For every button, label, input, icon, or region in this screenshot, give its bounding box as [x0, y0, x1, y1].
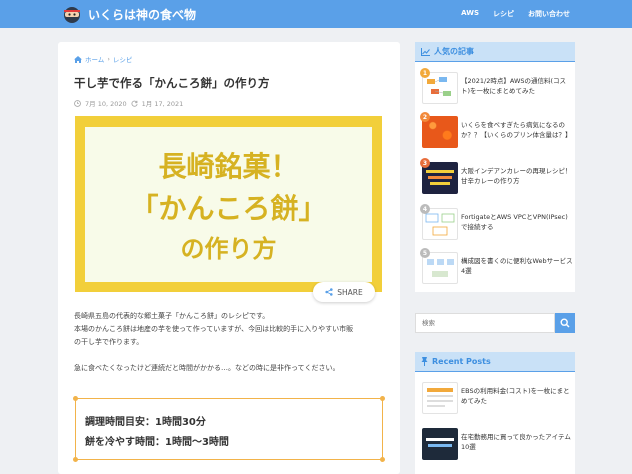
- ninja-logo-icon[interactable]: [62, 4, 82, 24]
- page-title: 干し芋で作る「かんころ餅」の作り方: [74, 76, 270, 90]
- recent-item[interactable]: 在宅勤務用に買って良かったアイテム10選: [415, 424, 575, 464]
- home-icon: [74, 55, 82, 63]
- body-paragraph-1: 長崎県五島の代表的な郷土菓子「かんころ餅」のレシピです。: [74, 312, 270, 320]
- popular-item-title[interactable]: いくらを食べすぎたら病気になるのか？？【いくらのプリン体含量は？】: [461, 120, 573, 140]
- published-date: 7月 10, 2020: [85, 100, 127, 108]
- popular-item-title[interactable]: 大阪インデアンカレーの再現レシピ！甘辛カレーの作り方: [461, 166, 573, 186]
- post-dates: 7月 10, 2020 1月 17, 2021: [74, 98, 183, 108]
- cooking-time-box: 調理時間目安：1時間30分 餅を冷やす時間：1時間〜3時間: [73, 396, 385, 462]
- popular-item[interactable]: 2 いくらを食べすぎたら病気になるのか？？【いくらのプリン体含量は？】: [415, 112, 575, 152]
- popular-item[interactable]: 3 大阪インデアンカレーの再現レシピ！甘辛カレーの作り方: [415, 158, 575, 198]
- pin-icon: [421, 357, 428, 366]
- popular-item-title[interactable]: 構成図を書くのに便利なWebサービス4選: [461, 256, 573, 276]
- recent-widget: Recent Posts EBSの利用料金(コスト)を一枚にまとめてみた 在宅勤…: [415, 352, 575, 474]
- popular-widget-header: 人気の記事: [415, 42, 575, 62]
- popular-item-title[interactable]: FortigateとAWS VPCとVPN(IPsec)で接続する: [461, 212, 573, 232]
- recent-item-title[interactable]: 在宅勤務用に買って良かったアイテム10選: [461, 432, 573, 452]
- popular-widget: 人気の記事 1 【2021/2時点】AWSの通信料(コスト)を一枚にまとめてみた…: [415, 42, 575, 292]
- corner-dot: [380, 457, 385, 462]
- cooking-time: 調理時間目安：1時間30分: [85, 417, 206, 428]
- search-form: [415, 313, 575, 333]
- eyecatch-line-3: の作り方: [180, 235, 277, 263]
- nav-item-aws[interactable]: AWS: [461, 9, 479, 19]
- breadcrumb-home[interactable]: ホーム: [85, 54, 104, 64]
- rank-badge: 1: [420, 68, 430, 78]
- clock-icon: [74, 99, 81, 107]
- recent-item-title[interactable]: EBSの利用料金(コスト)を一枚にまとめてみた: [461, 386, 573, 406]
- corner-dot: [73, 457, 78, 462]
- body-paragraph-2: 本場のかんころ餅は地産の芋を使って作っていますが、今回は比較的手に入りやすい市販: [74, 325, 354, 333]
- eyecatch-line-1: 長崎銘菓！: [158, 150, 299, 183]
- body-paragraph-3: の干し芋で作ります。: [74, 338, 144, 346]
- site-title[interactable]: いくらは神の食べ物: [88, 6, 196, 23]
- share-button[interactable]: SHARE: [313, 282, 375, 302]
- article-card: ホーム › レシピ 干し芋で作る「かんころ餅」の作り方 7月 10, 2020 …: [58, 42, 400, 474]
- corner-dot: [380, 396, 385, 401]
- popular-item[interactable]: 4 FortigateとAWS VPCとVPN(IPsec)で接続する: [415, 204, 575, 244]
- search-input[interactable]: [415, 313, 555, 333]
- corner-dot: [73, 396, 78, 401]
- popular-widget-title: 人気の記事: [434, 47, 474, 56]
- popular-item-title[interactable]: 【2021/2時点】AWSの通信料(コスト)を一枚にまとめてみた: [461, 76, 573, 96]
- thumbnail-image: [422, 428, 458, 460]
- rank-badge: 4: [420, 204, 430, 214]
- update-icon: [131, 100, 138, 107]
- rank-badge: 2: [420, 112, 430, 122]
- share-label: SHARE: [337, 287, 363, 297]
- eyecatch-image: 長崎銘菓！ 「かんころ餅」 の作り方: [75, 116, 382, 292]
- share-icon: [325, 288, 333, 296]
- body-paragraph-4: 急に食べたくなったけど連続だと時間がかかる…。などの時に是非作ってください。: [74, 364, 340, 372]
- chart-icon: [421, 47, 430, 56]
- breadcrumb: ホーム › レシピ: [74, 54, 132, 64]
- updated-date: 1月 17, 2021: [141, 100, 184, 108]
- rank-badge: 5: [420, 248, 430, 258]
- recent-widget-header: Recent Posts: [415, 352, 575, 372]
- rank-badge: 3: [420, 158, 430, 168]
- breadcrumb-recipe[interactable]: レシピ: [113, 54, 133, 64]
- search-icon: [560, 318, 570, 328]
- eyecatch-line-2: 「かんころ餅」: [130, 192, 327, 225]
- search-button[interactable]: [555, 313, 575, 333]
- nav-item-contact[interactable]: お問い合わせ: [528, 9, 570, 19]
- recent-widget-title: Recent Posts: [432, 357, 491, 366]
- popular-item[interactable]: 5 構成図を書くのに便利なWebサービス4選: [415, 248, 575, 288]
- nav-item-recipe[interactable]: レシピ: [493, 9, 514, 19]
- thumbnail-image: [422, 382, 458, 414]
- popular-item[interactable]: 1 【2021/2時点】AWSの通信料(コスト)を一枚にまとめてみた: [415, 68, 575, 108]
- cooling-time: 餅を冷やす時間：1時間〜3時間: [85, 437, 229, 448]
- eyecatch-panel: 長崎銘菓！ 「かんころ餅」 の作り方: [85, 127, 372, 282]
- chevron-right-icon: ›: [107, 55, 110, 63]
- header-nav: AWS レシピ お問い合わせ: [461, 9, 570, 19]
- recent-item[interactable]: EBSの利用料金(コスト)を一枚にまとめてみた: [415, 378, 575, 418]
- site-header: いくらは神の食べ物 AWS レシピ お問い合わせ: [0, 0, 632, 28]
